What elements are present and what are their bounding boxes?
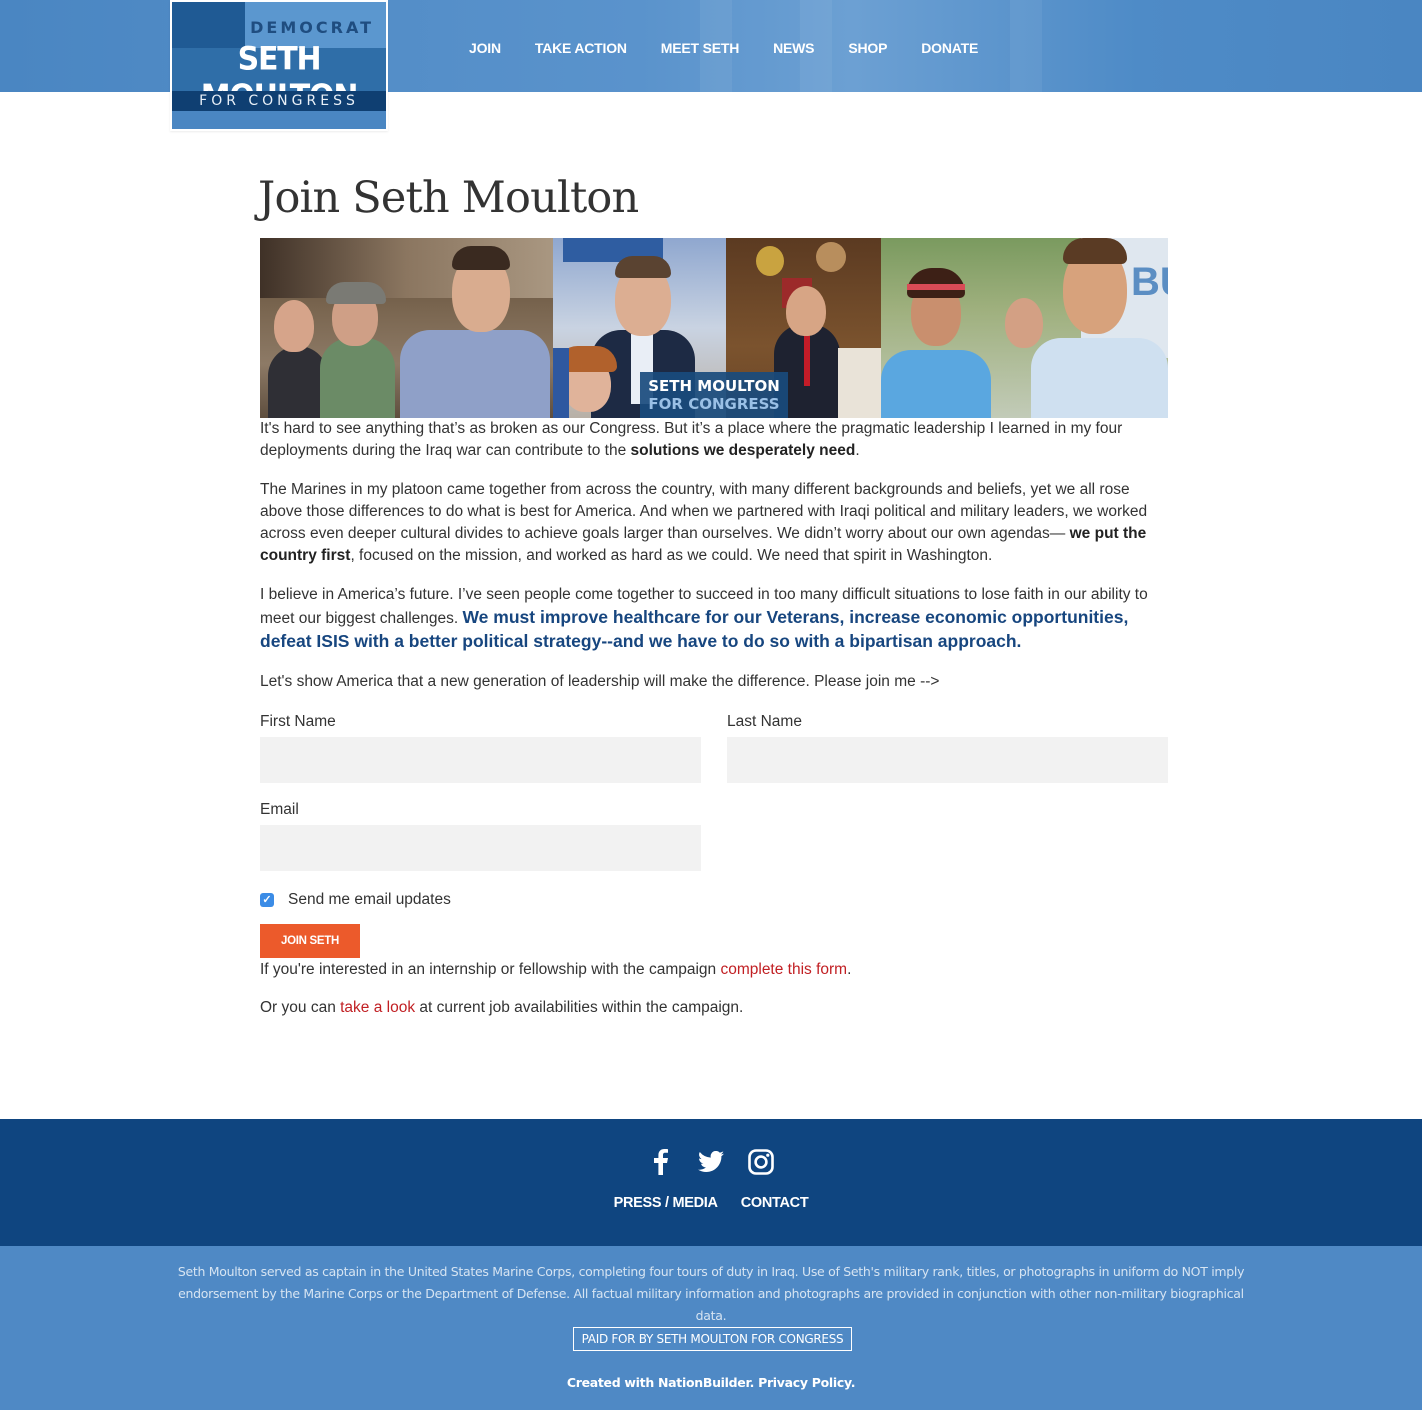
- logo-office-label: FOR CONGRESS: [199, 93, 359, 109]
- email-group: Email: [260, 799, 701, 871]
- logo-party-label: DEMOCRAT: [250, 18, 374, 37]
- footer-legal-section: Seth Moulton served as captain in the Un…: [0, 1246, 1422, 1410]
- internship-form-link[interactable]: complete this form: [720, 961, 847, 978]
- site-header: DEMOCRAT SETH MOULTON FOR CONGRESS JOIN …: [0, 0, 1422, 131]
- intro-paragraph-3: I believe in America’s future. I’ve seen…: [260, 586, 1148, 651]
- nav-join[interactable]: JOIN: [452, 38, 518, 58]
- footer-press-media-link[interactable]: PRESS / MEDIA: [614, 1195, 718, 1211]
- email-updates-row: ✓ Send me email updates: [260, 889, 1168, 911]
- footer-social-section: PRESS / MEDIA CONTACT: [0, 1119, 1422, 1246]
- email-updates-checkbox[interactable]: ✓: [260, 893, 274, 907]
- last-name-group: Last Name: [727, 711, 1168, 783]
- last-name-label: Last Name: [727, 713, 802, 730]
- footer-contact-link[interactable]: CONTACT: [741, 1195, 809, 1211]
- email-updates-label: Send me email updates: [288, 891, 451, 908]
- banner-photo-outdoors: BU: [881, 238, 1168, 418]
- facebook-icon[interactable]: [648, 1149, 674, 1175]
- banner-campaign-badge: SETH MOULTON FOR CONGRESS: [640, 372, 788, 418]
- banner-photo-cafe: [260, 238, 553, 418]
- intro-paragraph-2: The Marines in my platoon came together …: [260, 481, 1148, 564]
- main-content: Join Seth Moulton B SETH MOULTON FOR CON…: [258, 170, 1168, 1019]
- intro-paragraph-1: It's hard to see anything that’s as brok…: [260, 420, 1123, 459]
- paid-for-notice: PAID FOR BY SETH MOULTON FOR CONGRESS: [573, 1327, 852, 1351]
- nav-meet-seth[interactable]: MEET SETH: [644, 38, 756, 58]
- email-label: Email: [260, 801, 299, 818]
- nav-donate[interactable]: DONATE: [904, 38, 995, 58]
- first-name-field[interactable]: [260, 737, 701, 783]
- email-field[interactable]: [260, 825, 701, 871]
- instagram-icon[interactable]: [748, 1149, 774, 1175]
- twitter-icon[interactable]: [698, 1149, 724, 1175]
- footer-links: PRESS / MEDIA CONTACT: [0, 1195, 1422, 1211]
- nav-shop[interactable]: SHOP: [831, 38, 904, 58]
- name-fields-row: First Name Last Name: [260, 711, 1168, 783]
- intro-paragraph-4: Let's show America that a new generation…: [260, 673, 940, 690]
- main-navigation: JOIN TAKE ACTION MEET SETH NEWS SHOP DON…: [452, 38, 995, 58]
- campaign-logo[interactable]: DEMOCRAT SETH MOULTON FOR CONGRESS: [170, 0, 388, 131]
- last-name-field[interactable]: [727, 737, 1168, 783]
- logo-block: DEMOCRAT SETH MOULTON FOR CONGRESS: [172, 2, 386, 129]
- nationbuilder-link[interactable]: NationBuilder: [658, 1375, 750, 1390]
- military-disclaimer: Seth Moulton served as captain in the Un…: [177, 1264, 1245, 1323]
- site-credits: Created with NationBuilder. Privacy Poli…: [566, 1375, 856, 1390]
- jobs-text: Or you can take a look at current job av…: [260, 999, 744, 1016]
- internship-text: If you're interested in an internship or…: [260, 961, 852, 978]
- join-seth-button[interactable]: JOIN SETH: [260, 924, 360, 958]
- header-background-decoration: [1010, 0, 1042, 92]
- first-name-label: First Name: [260, 713, 336, 730]
- social-links: [0, 1149, 1422, 1175]
- signup-form: First Name Last Name Email ✓ Send me ema…: [260, 711, 1168, 958]
- privacy-policy-link[interactable]: Privacy Policy: [758, 1375, 851, 1390]
- nav-news[interactable]: NEWS: [756, 38, 831, 58]
- campaign-photo-banner: BU SETH MOULTON FOR CONGRESS: [260, 238, 1168, 418]
- jobs-link[interactable]: take a look: [340, 999, 415, 1016]
- first-name-group: First Name: [260, 711, 701, 783]
- page-title: Join Seth Moulton: [258, 173, 639, 223]
- nav-take-action[interactable]: TAKE ACTION: [518, 38, 644, 58]
